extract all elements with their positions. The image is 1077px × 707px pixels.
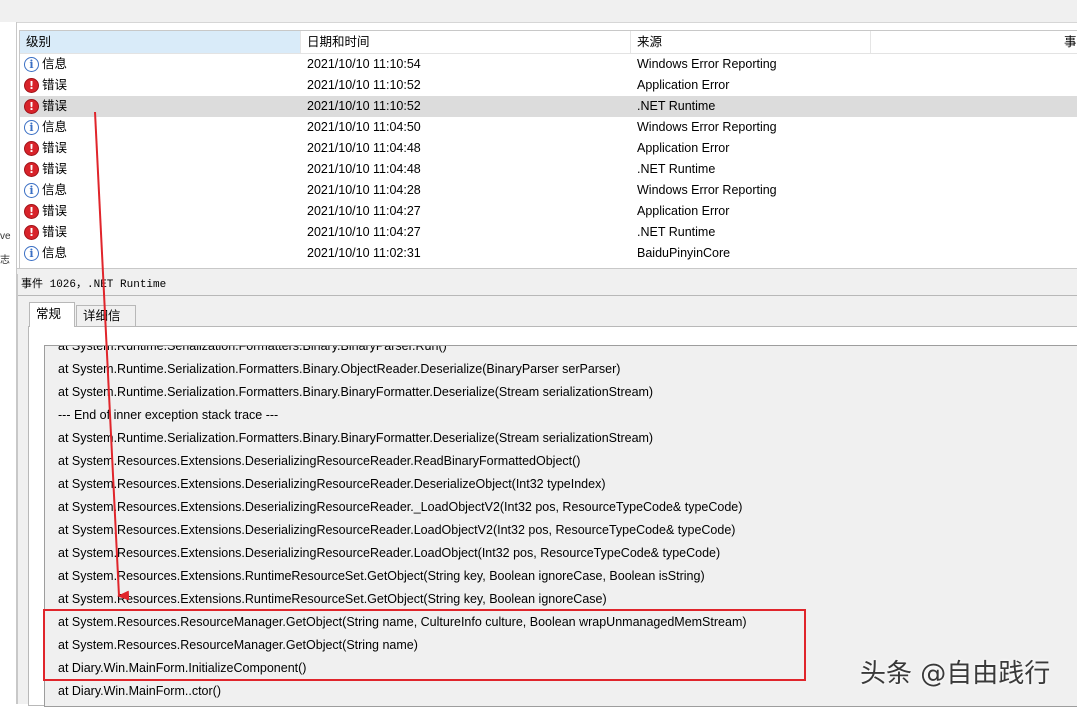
- annotation-arrow: [94, 111, 130, 601]
- tab-general[interactable]: 常规: [29, 302, 75, 327]
- watermark: 头条 @自由践行: [860, 659, 1051, 689]
